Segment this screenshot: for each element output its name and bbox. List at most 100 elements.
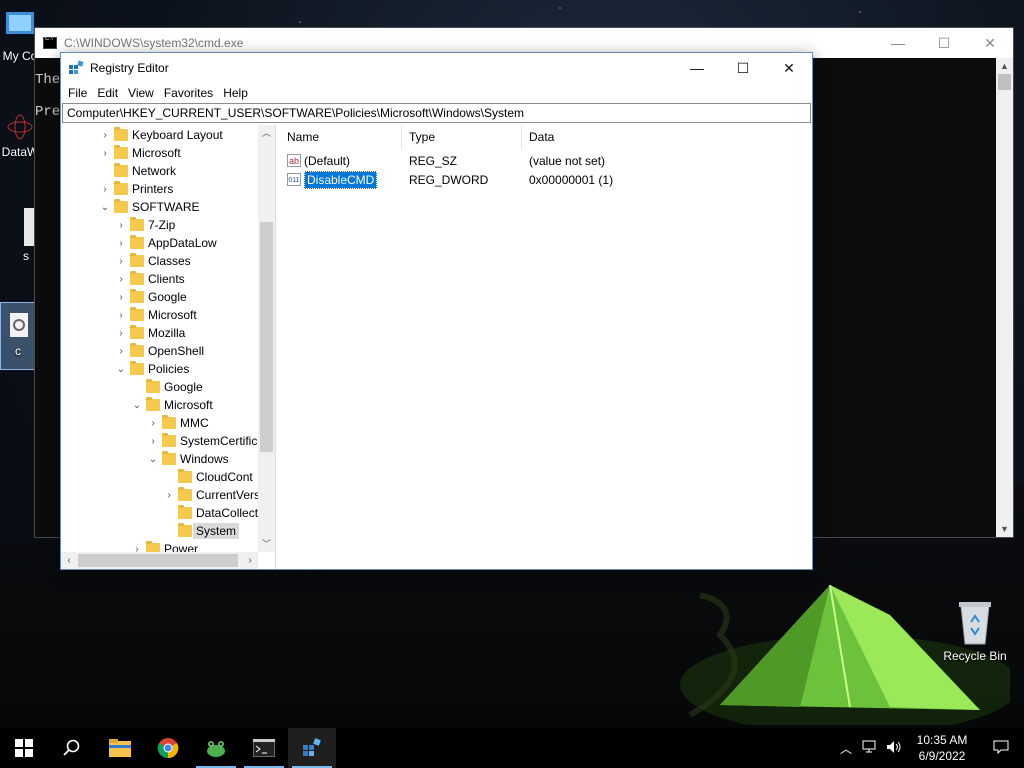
taskbar-cmd[interactable]	[240, 728, 288, 768]
tree-node-label: 7-Zip	[148, 218, 176, 232]
chevron-right-icon[interactable]: ›	[115, 238, 127, 249]
menu-file[interactable]: File	[63, 86, 92, 100]
column-header-type[interactable]: Type	[402, 124, 522, 149]
chevron-down-icon[interactable]: ﹀	[258, 536, 275, 552]
tree-node-label: DataCollect	[196, 506, 258, 520]
taskbar-file-explorer[interactable]	[96, 728, 144, 768]
tree-node[interactable]: ⌄ Windows	[147, 450, 229, 468]
chevron-right-icon[interactable]: ›	[115, 328, 127, 339]
tree-node[interactable]: › Microsoft	[115, 306, 197, 324]
chevron-right-icon[interactable]: ›	[242, 552, 258, 569]
close-button[interactable]: ✕	[766, 53, 812, 83]
maximize-button[interactable]: ☐	[921, 28, 967, 58]
chevron-down-icon[interactable]: ⌄	[131, 400, 143, 411]
chevron-right-icon[interactable]: ›	[147, 436, 159, 447]
tree-node[interactable]: › OpenShell	[115, 342, 204, 360]
tree-node[interactable]: ⌄ Policies	[115, 360, 189, 378]
tree-node[interactable]: › Keyboard Layout	[99, 126, 223, 144]
chevron-right-icon[interactable]: ›	[115, 292, 127, 303]
scroll-up-icon[interactable]: ▲	[996, 58, 1013, 74]
value-name: (Default)	[304, 153, 351, 168]
column-header-name[interactable]: Name	[280, 124, 402, 149]
chevron-right-icon[interactable]: ›	[115, 310, 127, 321]
taskbar-chrome[interactable]	[144, 728, 192, 768]
column-header-data[interactable]: Data	[522, 125, 808, 149]
menu-edit[interactable]: Edit	[92, 86, 123, 100]
scroll-thumb[interactable]	[998, 74, 1011, 90]
tree-node[interactable]: › CurrentVers	[163, 486, 258, 504]
minimize-button[interactable]: —	[875, 28, 921, 58]
tree-node[interactable]: System	[163, 522, 240, 540]
chevron-down-icon[interactable]: ⌄	[115, 364, 127, 375]
tree-node[interactable]: Google	[131, 378, 203, 396]
search-button[interactable]	[48, 728, 96, 768]
address-bar[interactable]: Computer\HKEY_CURRENT_USER\SOFTWARE\Poli…	[62, 103, 811, 123]
tree-node[interactable]: DataCollect	[163, 504, 258, 522]
tree-vertical-scrollbar[interactable]: ︿ ﹀	[258, 125, 275, 552]
scroll-thumb[interactable]	[78, 554, 238, 567]
chevron-left-icon[interactable]: ‹	[61, 552, 77, 569]
chevron-right-icon[interactable]: ›	[99, 130, 111, 141]
network-icon[interactable]	[858, 740, 882, 757]
close-button[interactable]: ✕	[967, 28, 1013, 58]
chevron-down-icon[interactable]: ⌄	[147, 454, 159, 465]
menu-view[interactable]: View	[123, 86, 159, 100]
folder-icon	[130, 235, 144, 249]
tree-node-label: OpenShell	[148, 344, 205, 358]
tree-node[interactable]: › AppDataLow	[115, 234, 217, 252]
tree-node[interactable]: ⌄ SOFTWARE	[99, 198, 200, 216]
tree-node[interactable]: Network	[99, 162, 176, 180]
tree-node[interactable]: › Classes	[115, 252, 191, 270]
atom-icon	[7, 114, 33, 140]
chevron-right-icon[interactable]: ›	[99, 148, 111, 159]
cmd-scrollbar[interactable]: ▲ ▼	[996, 58, 1013, 537]
desktop-icon-selected[interactable]: c	[0, 302, 36, 370]
value-row-disablecmd[interactable]: 011 DisableCMD REG_DWORD 0x00000001 (1)	[280, 170, 810, 189]
notification-icon[interactable]	[978, 740, 1024, 757]
tree-node[interactable]: CloudCont	[163, 468, 253, 486]
value-row-default[interactable]: ab (Default) REG_SZ (value not set)	[280, 151, 810, 170]
volume-icon[interactable]	[882, 740, 906, 757]
taskbar-regedit[interactable]	[288, 728, 336, 768]
tree-node[interactable]: › Google	[115, 288, 187, 306]
desktop-icon-recycle-bin[interactable]: Recycle Bin	[940, 600, 1010, 663]
tree-node[interactable]: ⌄ Microsoft	[131, 396, 213, 414]
maximize-button[interactable]: ☐	[720, 53, 766, 83]
tree-node[interactable]: › MMC	[147, 414, 209, 432]
tree-node[interactable]: › Printers	[99, 180, 173, 198]
scroll-thumb[interactable]	[260, 222, 273, 452]
registry-editor-window[interactable]: Registry Editor — ☐ ✕ File Edit View Fav…	[60, 52, 813, 570]
chevron-down-icon[interactable]: ⌄	[99, 202, 111, 213]
chevron-right-icon[interactable]: ›	[163, 490, 175, 501]
tree-node[interactable]: › SystemCertific	[147, 432, 257, 450]
minimize-button[interactable]: —	[674, 53, 720, 83]
taskbar-frog-app[interactable]	[192, 728, 240, 768]
key-tree-pane[interactable]: › Keyboard Layout › Microsoft Network › Printe…	[61, 125, 276, 569]
tree-node[interactable]: › Clients	[115, 270, 185, 288]
tree-node-label: CurrentVers	[196, 488, 258, 502]
menu-help[interactable]: Help	[218, 86, 253, 100]
tree-node[interactable]: › Power	[131, 540, 198, 552]
key-tree[interactable]: › Keyboard Layout › Microsoft Network › Printe…	[61, 125, 258, 552]
chevron-right-icon[interactable]: ›	[115, 220, 127, 231]
tree-node-label: Mozilla	[148, 326, 186, 340]
tree-node[interactable]: › Mozilla	[115, 324, 185, 342]
chevron-right-icon[interactable]: ›	[115, 346, 127, 357]
chevron-right-icon[interactable]: ›	[115, 256, 127, 267]
chevron-up-icon[interactable]: ︿	[834, 740, 858, 757]
tree-node[interactable]: › 7-Zip	[115, 216, 175, 234]
chevron-right-icon[interactable]: ›	[115, 274, 127, 285]
taskbar-clock[interactable]: 10:35 AM 6/9/2022	[906, 732, 978, 764]
chevron-right-icon[interactable]: ›	[131, 544, 143, 553]
tree-horizontal-scrollbar[interactable]: ‹ ›	[61, 552, 258, 569]
chevron-right-icon[interactable]: ›	[99, 184, 111, 195]
menu-favorites[interactable]: Favorites	[159, 86, 218, 100]
chevron-right-icon[interactable]: ›	[147, 418, 159, 429]
regedit-title-bar[interactable]: Registry Editor — ☐ ✕	[61, 53, 812, 83]
chevron-up-icon[interactable]: ︿	[258, 125, 275, 141]
scroll-down-icon[interactable]: ▼	[996, 521, 1013, 537]
tree-node[interactable]: › Microsoft	[99, 144, 181, 162]
values-pane[interactable]: Name Type Data ab (Default) REG_SZ (value…	[280, 124, 810, 569]
start-button[interactable]	[0, 728, 48, 768]
clock-time: 10:35 AM	[916, 733, 968, 747]
